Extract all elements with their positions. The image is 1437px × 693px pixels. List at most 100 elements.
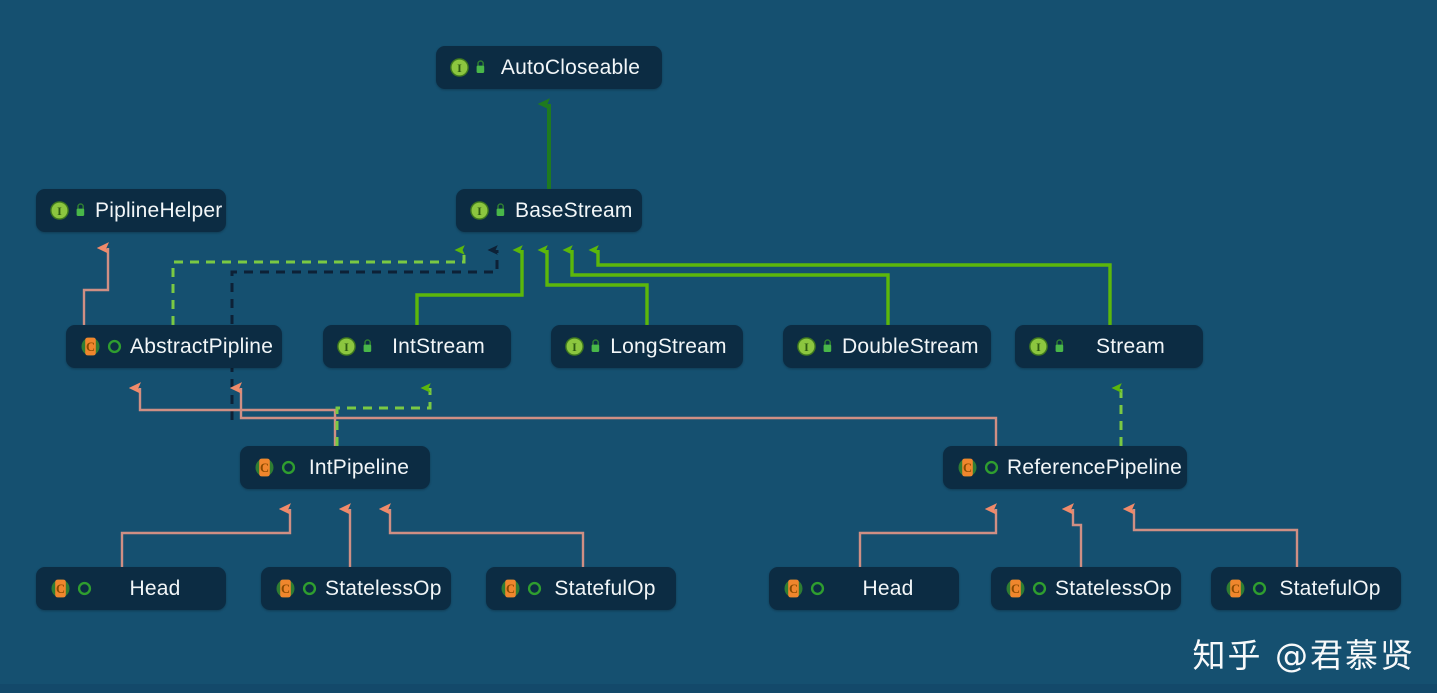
- node-label: PiplineHelper: [95, 198, 223, 222]
- watermark: 知乎 @君慕贤: [1192, 636, 1415, 675]
- node-label: IntPipeline: [308, 455, 410, 479]
- class-diagram-canvas: I AutoCloseable I PiplineHelper I BaseStream C…: [0, 0, 1437, 693]
- node-icon-group: C: [1005, 578, 1049, 599]
- lock-icon: [823, 339, 832, 352]
- class-icon: C: [1226, 579, 1245, 598]
- interface-icon: I: [797, 337, 816, 356]
- node-icon-group: C: [80, 336, 124, 357]
- edge-abstractpipline-basestream: [171, 245, 466, 325]
- node-icon-group: I: [337, 337, 376, 356]
- class-node-int-statefulop[interactable]: C StatefulOp: [486, 567, 676, 610]
- node-icon-group: C: [254, 457, 298, 478]
- edge-doublestream-basestream: [562, 245, 890, 325]
- class-icon: C: [255, 458, 274, 477]
- svg-text:C: C: [260, 461, 269, 475]
- class-node-int-statelessop[interactable]: C StatelessOp: [261, 567, 451, 610]
- lock-icon: [1055, 339, 1064, 352]
- node-icon-group: I: [450, 58, 489, 77]
- class-node-ref-statelessop[interactable]: C StatelessOp: [991, 567, 1181, 610]
- interface-icon: I: [1029, 337, 1048, 356]
- class-node-doublestream[interactable]: I DoubleStream: [783, 325, 991, 368]
- lock-icon: [591, 339, 600, 352]
- edge-refstatefulop-refpipeline: [1122, 503, 1299, 567]
- interface-icon: I: [50, 201, 69, 220]
- node-label: StatelessOp: [325, 576, 442, 600]
- class-node-ref-head[interactable]: C Head: [769, 567, 959, 610]
- abstract-marker-icon: [1252, 581, 1267, 596]
- class-icon: C: [784, 579, 803, 598]
- svg-text:I: I: [457, 61, 462, 75]
- node-label: StatefulOp: [1279, 576, 1381, 600]
- node-label: AbstractPipline: [130, 334, 274, 358]
- class-icon: C: [81, 337, 100, 356]
- class-node-abstractpipline[interactable]: C AbstractPipline: [66, 325, 282, 368]
- lock-icon: [496, 203, 505, 216]
- abstract-marker-icon: [302, 581, 317, 596]
- node-label: Head: [862, 576, 914, 600]
- class-node-piplinehelper[interactable]: I PiplineHelper: [36, 189, 226, 232]
- node-label: ReferencePipeline: [1007, 455, 1183, 479]
- edge-stream-basestream: [588, 245, 1112, 325]
- svg-text:C: C: [963, 461, 972, 475]
- node-icon-group: I: [565, 337, 604, 356]
- node-icon-group: C: [957, 457, 1001, 478]
- class-icon: C: [1006, 579, 1025, 598]
- lock-icon: [363, 339, 372, 352]
- class-node-longstream[interactable]: I LongStream: [551, 325, 743, 368]
- node-label: StatelessOp: [1055, 576, 1172, 600]
- interface-icon: I: [337, 337, 356, 356]
- svg-text:I: I: [572, 340, 577, 354]
- class-node-autocloseable[interactable]: I AutoCloseable: [436, 46, 662, 89]
- node-label: StatefulOp: [554, 576, 656, 600]
- abstract-marker-icon: [77, 581, 92, 596]
- svg-text:I: I: [57, 204, 62, 218]
- svg-text:C: C: [56, 582, 65, 596]
- svg-text:C: C: [789, 582, 798, 596]
- node-icon-group: I: [1029, 337, 1068, 356]
- edge-refhead-refpipeline: [858, 503, 998, 567]
- node-icon-group: C: [1225, 578, 1269, 599]
- node-icon-group: I: [50, 201, 89, 220]
- edge-inthead-intpipeline: [120, 503, 292, 567]
- node-label: IntStream: [392, 334, 485, 358]
- interface-icon: I: [470, 201, 489, 220]
- class-node-referencepipeline[interactable]: C ReferencePipeline: [943, 446, 1187, 489]
- edge-refstatelessop-refpipeline: [1061, 503, 1083, 567]
- node-icon-group: C: [500, 578, 544, 599]
- bottom-strip: [0, 684, 1437, 693]
- edge-intstatefulop-intpipeline: [378, 503, 585, 567]
- node-icon-group: C: [50, 578, 94, 599]
- class-node-int-head[interactable]: C Head: [36, 567, 226, 610]
- svg-text:I: I: [477, 204, 482, 218]
- class-icon: C: [51, 579, 70, 598]
- node-label: Stream: [1096, 334, 1165, 358]
- abstract-marker-icon: [1032, 581, 1047, 596]
- class-node-basestream[interactable]: I BaseStream: [456, 189, 642, 232]
- class-node-intpipeline[interactable]: C IntPipeline: [240, 446, 430, 489]
- class-icon: C: [958, 458, 977, 477]
- svg-text:C: C: [1231, 582, 1240, 596]
- abstract-marker-icon: [810, 581, 825, 596]
- node-label: DoubleStream: [842, 334, 979, 358]
- edge-abstractpipline-piplinehelper: [82, 242, 110, 325]
- abstract-marker-icon: [527, 581, 542, 596]
- class-node-ref-statefulop[interactable]: C StatefulOp: [1211, 567, 1401, 610]
- node-label: BaseStream: [515, 198, 633, 222]
- abstract-marker-icon: [107, 339, 122, 354]
- abstract-marker-icon: [281, 460, 296, 475]
- svg-text:C: C: [86, 340, 95, 354]
- abstract-marker-icon: [984, 460, 999, 475]
- class-node-stream[interactable]: I Stream: [1015, 325, 1203, 368]
- node-icon-group: I: [470, 201, 509, 220]
- interface-icon: I: [450, 58, 469, 77]
- svg-text:C: C: [506, 582, 515, 596]
- svg-text:I: I: [804, 340, 809, 354]
- class-icon: C: [501, 579, 520, 598]
- node-label: AutoCloseable: [500, 55, 641, 79]
- class-node-intstream[interactable]: I IntStream: [323, 325, 511, 368]
- node-label: Head: [129, 576, 181, 600]
- svg-text:I: I: [344, 340, 349, 354]
- svg-text:C: C: [1011, 582, 1020, 596]
- edge-refpipeline-abstractpipline: [229, 382, 998, 446]
- node-icon-group: C: [275, 578, 319, 599]
